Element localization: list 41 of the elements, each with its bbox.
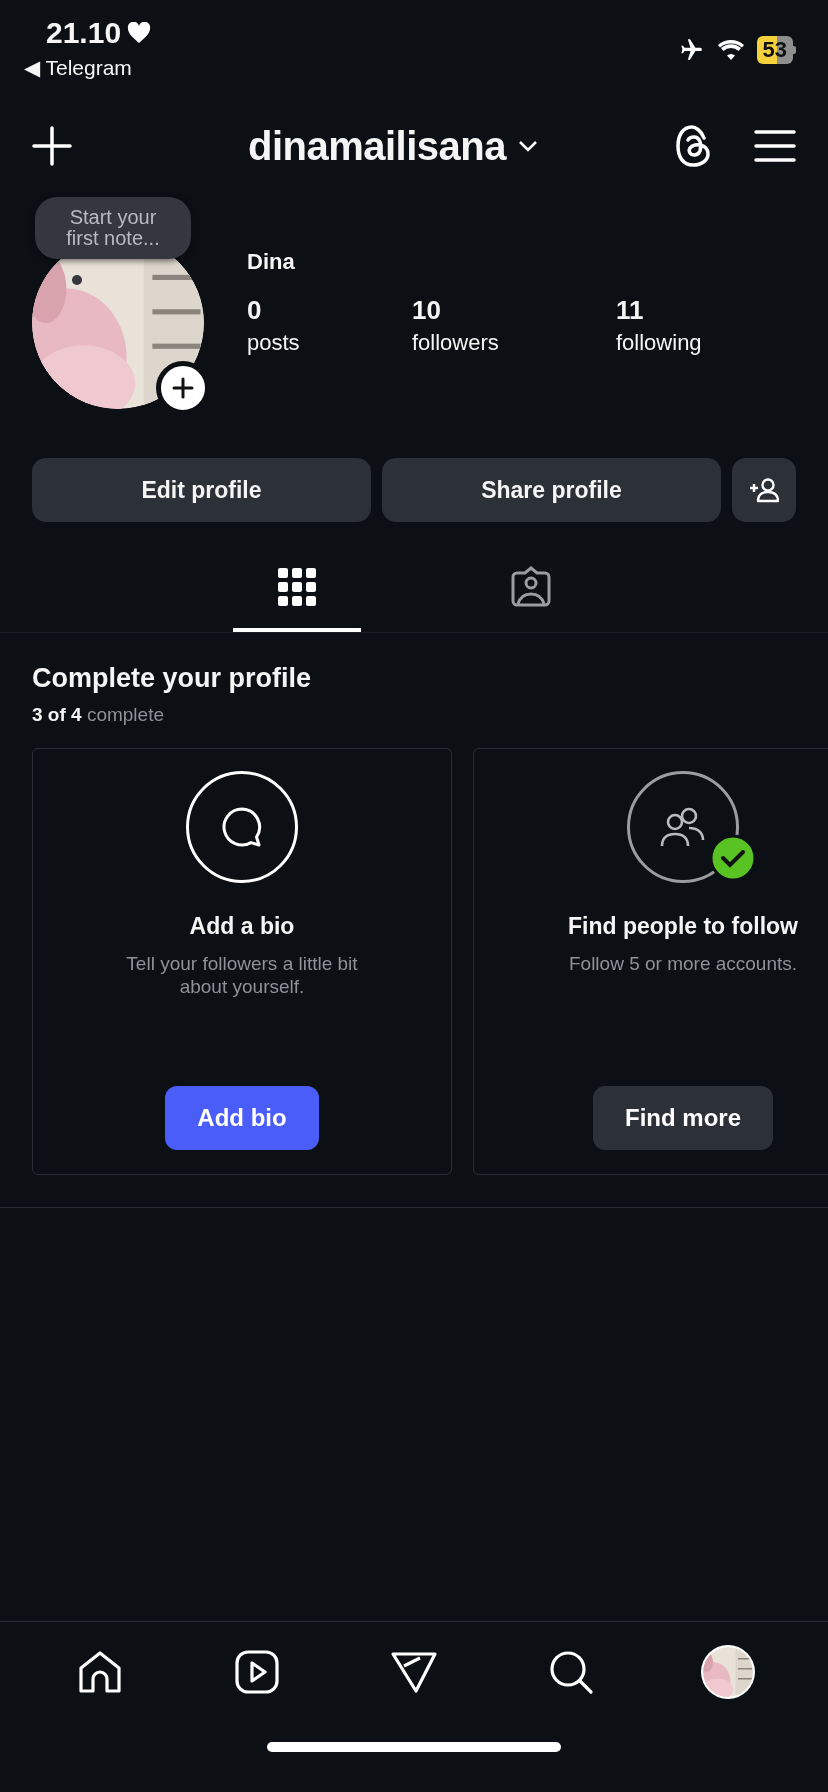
- stat-label[interactable]: following: [616, 330, 781, 356]
- stat-count[interactable]: 11: [616, 295, 781, 326]
- grid-icon: [278, 568, 316, 606]
- profile-action-button[interactable]: Share profile: [382, 458, 721, 522]
- stat-label[interactable]: posts: [247, 330, 412, 356]
- discover-people-button[interactable]: [732, 458, 796, 522]
- note-bubble[interactable]: Start your first note...: [35, 197, 191, 259]
- wifi-icon: [716, 39, 745, 61]
- play-icon[interactable]: [234, 1649, 281, 1695]
- add-person-icon: [749, 477, 779, 503]
- username-title[interactable]: dinamailisana: [247, 123, 507, 169]
- card-action-button[interactable]: Find more: [593, 1086, 773, 1150]
- note-bubble-tail: [72, 275, 82, 285]
- card-title: Find people to follow: [568, 913, 798, 940]
- section-title: Complete your profile: [32, 663, 313, 694]
- tagged-person-icon: [509, 565, 553, 609]
- heart-icon: [127, 22, 152, 44]
- chevron-down-icon[interactable]: [518, 140, 539, 152]
- stat-count[interactable]: 10: [412, 295, 616, 326]
- search-icon[interactable]: [547, 1649, 594, 1695]
- card-description: Follow 5 or more accounts.: [567, 952, 799, 975]
- create-plus-icon[interactable]: [32, 126, 72, 166]
- stat-label[interactable]: followers: [412, 330, 616, 356]
- profile-avatar[interactable]: [700, 1645, 755, 1699]
- stat-count[interactable]: 0: [247, 295, 412, 326]
- card-description: Tell your followers a little bit about yourself.: [125, 952, 359, 998]
- home-icon[interactable]: [77, 1649, 124, 1695]
- paper-plane-icon[interactable]: [390, 1649, 438, 1695]
- battery-icon: 53: [756, 36, 796, 64]
- speech-bubble-icon: [220, 805, 264, 849]
- card-action-button[interactable]: Add bio: [165, 1086, 319, 1150]
- progress-text: 3 of 4 complete: [32, 704, 165, 726]
- back-to-app-link[interactable]: ◀ Telegram: [24, 56, 152, 80]
- clock-time: 21.10: [46, 16, 122, 50]
- plus-icon: [172, 377, 194, 399]
- profile-action-button[interactable]: Edit profile: [32, 458, 371, 522]
- display-name: Dina: [247, 249, 296, 275]
- card-title: Add a bio: [189, 913, 295, 940]
- people-icon: [659, 806, 707, 848]
- menu-icon[interactable]: [754, 129, 796, 163]
- check-badge-icon: [709, 834, 757, 882]
